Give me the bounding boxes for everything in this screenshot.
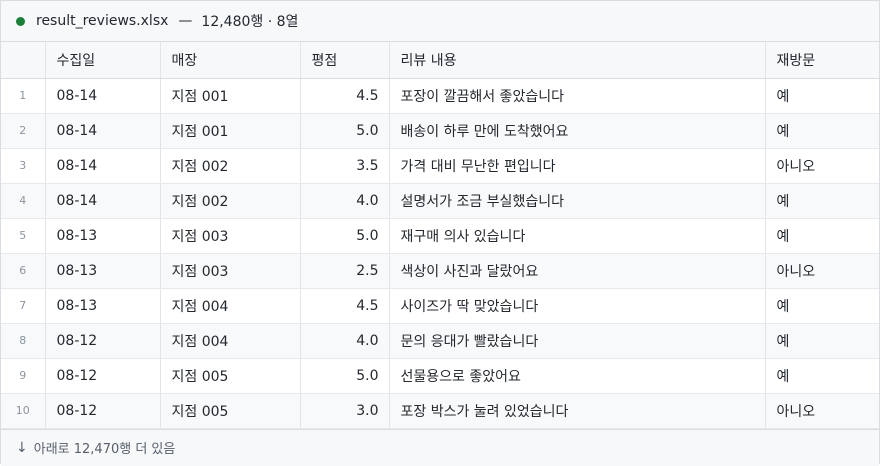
table-row[interactable]: 5 08-13 지점 003 5.0 재구매 의사 있습니다 예	[1, 218, 879, 254]
cell-store[interactable]: 지점 005	[160, 358, 301, 394]
cell-score[interactable]: 4.5	[300, 78, 390, 114]
table-row[interactable]: 7 08-13 지점 004 4.5 사이즈가 딱 맞았습니다 예	[1, 288, 879, 324]
cell-store[interactable]: 지점 004	[160, 288, 301, 324]
cell-revisit[interactable]: 예	[765, 78, 879, 114]
table-body: 1 08-14 지점 001 4.5 포장이 깔끔해서 좋았습니다 예 2 08-14 지점 0…	[1, 78, 879, 429]
file-name: result_reviews.xlsx	[36, 13, 169, 29]
status-dot-icon	[16, 16, 25, 26]
table-row[interactable]: 8 08-12 지점 004 4.0 문의 응대가 빨랐습니다 예	[1, 323, 879, 359]
cell-date[interactable]: 08-13	[45, 218, 161, 254]
cell-store[interactable]: 지점 002	[160, 148, 301, 184]
file-header: result_reviews.xlsx — 12,480행 · 8열	[1, 1, 879, 42]
cell-review[interactable]: 선물용으로 좋았어요	[389, 358, 766, 394]
column-header-score[interactable]: 평점	[300, 42, 390, 79]
file-meta: 12,480행 · 8열	[201, 14, 299, 30]
column-header-review[interactable]: 리뷰 내용	[389, 42, 766, 79]
cell-store[interactable]: 지점 001	[160, 78, 301, 114]
column-header-date[interactable]: 수집일	[45, 42, 161, 79]
cell-revisit[interactable]: 아니오	[765, 253, 879, 289]
arrow-down-icon: ↓	[16, 439, 28, 456]
cell-score[interactable]: 2.5	[300, 253, 390, 289]
cell-score[interactable]: 4.5	[300, 288, 390, 324]
cell-date[interactable]: 08-14	[45, 183, 161, 219]
cell-date[interactable]: 08-14	[45, 78, 161, 114]
row-index: 4	[1, 183, 46, 219]
table-row[interactable]: 2 08-14 지점 001 5.0 배송이 하루 만에 도착했어요 예	[1, 113, 879, 149]
table-row[interactable]: 10 08-12 지점 005 3.0 포장 박스가 눌려 있었습니다 아니오	[1, 393, 879, 429]
row-index: 8	[1, 323, 46, 359]
cell-date[interactable]: 08-13	[45, 253, 161, 289]
spreadsheet-preview: result_reviews.xlsx — 12,480행 · 8열 수집일 매…	[0, 0, 880, 466]
cell-score[interactable]: 4.0	[300, 183, 390, 219]
row-index-header	[1, 42, 46, 79]
more-rows-text: 아래로 12,470행 더 있음	[33, 442, 176, 457]
cell-store[interactable]: 지점 001	[160, 113, 301, 149]
cell-date[interactable]: 08-14	[45, 148, 161, 184]
table-row[interactable]: 4 08-14 지점 002 4.0 설명서가 조금 부실했습니다 예	[1, 183, 879, 219]
table-row[interactable]: 6 08-13 지점 003 2.5 색상이 사진과 달랐어요 아니오	[1, 253, 879, 289]
cell-store[interactable]: 지점 003	[160, 218, 301, 254]
cell-score[interactable]: 5.0	[300, 218, 390, 254]
cell-date[interactable]: 08-13	[45, 288, 161, 324]
row-index: 5	[1, 218, 46, 254]
cell-store[interactable]: 지점 003	[160, 253, 301, 289]
row-index: 6	[1, 253, 46, 289]
row-index: 2	[1, 113, 46, 149]
cell-store[interactable]: 지점 005	[160, 393, 301, 429]
cell-review[interactable]: 사이즈가 딱 맞았습니다	[389, 288, 766, 324]
cell-store[interactable]: 지점 004	[160, 323, 301, 359]
data-table: 수집일 매장 평점 리뷰 내용 재방문 1 08-14 지점 001 4.5 포장이 깔…	[1, 42, 879, 429]
table-footer: ↓ 아래로 12,470행 더 있음	[1, 428, 879, 466]
cell-revisit[interactable]: 예	[765, 288, 879, 324]
cell-date[interactable]: 08-12	[45, 323, 161, 359]
cell-revisit[interactable]: 예	[765, 183, 879, 219]
cell-review[interactable]: 설명서가 조금 부실했습니다	[389, 183, 766, 219]
table-header: 수집일 매장 평점 리뷰 내용 재방문	[1, 42, 879, 79]
column-header-store[interactable]: 매장	[160, 42, 301, 79]
table-row[interactable]: 9 08-12 지점 005 5.0 선물용으로 좋았어요 예	[1, 358, 879, 394]
row-index: 3	[1, 148, 46, 184]
row-index: 1	[1, 78, 46, 114]
table-row[interactable]: 3 08-14 지점 002 3.5 가격 대비 무난한 편입니다 아니오	[1, 148, 879, 184]
cell-score[interactable]: 3.0	[300, 393, 390, 429]
cell-revisit[interactable]: 예	[765, 113, 879, 149]
header-separator: —	[178, 13, 193, 29]
row-index: 9	[1, 358, 46, 394]
cell-review[interactable]: 재구매 의사 있습니다	[389, 218, 766, 254]
cell-review[interactable]: 가격 대비 무난한 편입니다	[389, 148, 766, 184]
cell-date[interactable]: 08-12	[45, 393, 161, 429]
cell-score[interactable]: 5.0	[300, 113, 390, 149]
cell-revisit[interactable]: 예	[765, 218, 879, 254]
cell-score[interactable]: 3.5	[300, 148, 390, 184]
cell-revisit[interactable]: 아니오	[765, 148, 879, 184]
cell-store[interactable]: 지점 002	[160, 183, 301, 219]
cell-review[interactable]: 배송이 하루 만에 도착했어요	[389, 113, 766, 149]
row-index: 10	[1, 393, 46, 429]
cell-review[interactable]: 색상이 사진과 달랐어요	[389, 253, 766, 289]
cell-date[interactable]: 08-14	[45, 113, 161, 149]
cell-revisit[interactable]: 아니오	[765, 393, 879, 429]
cell-score[interactable]: 5.0	[300, 358, 390, 394]
cell-score[interactable]: 4.0	[300, 323, 390, 359]
cell-review[interactable]: 포장 박스가 눌려 있었습니다	[389, 393, 766, 429]
cell-review[interactable]: 문의 응대가 빨랐습니다	[389, 323, 766, 359]
cell-review[interactable]: 포장이 깔끔해서 좋았습니다	[389, 78, 766, 114]
column-header-revisit[interactable]: 재방문	[765, 42, 879, 79]
cell-revisit[interactable]: 예	[765, 358, 879, 394]
row-index: 7	[1, 288, 46, 324]
table-row[interactable]: 1 08-14 지점 001 4.5 포장이 깔끔해서 좋았습니다 예	[1, 78, 879, 114]
cell-date[interactable]: 08-12	[45, 358, 161, 394]
cell-revisit[interactable]: 예	[765, 323, 879, 359]
